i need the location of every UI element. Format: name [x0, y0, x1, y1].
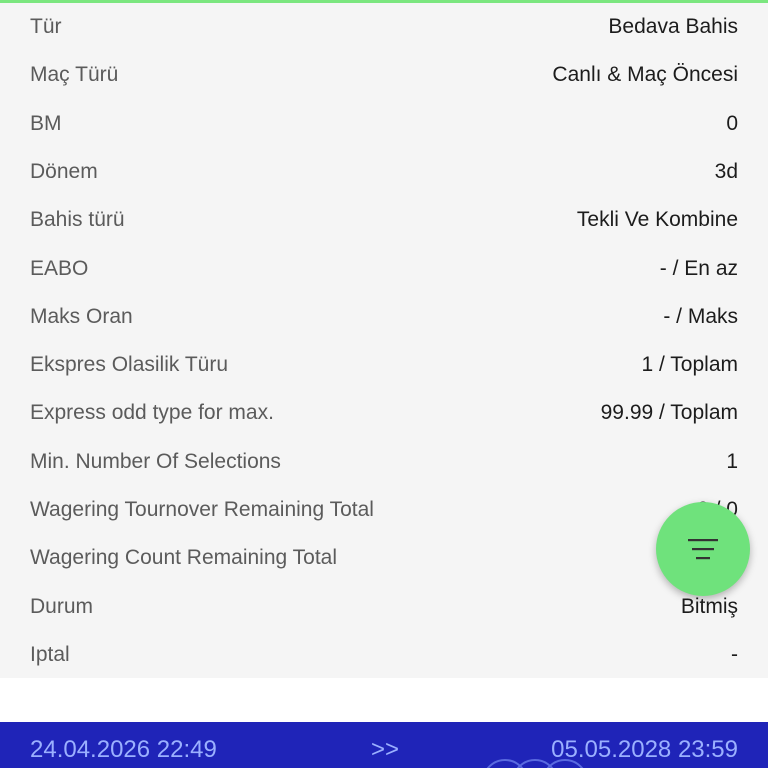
filter-fab-button[interactable]: [656, 502, 750, 596]
row-value: 1 / Toplam: [641, 353, 739, 376]
row-value: 99.99 / Toplam: [600, 401, 738, 424]
row-label: EABO: [30, 257, 89, 280]
start-date: 24.04.2026 22:49: [30, 736, 217, 763]
row-label: Iptal: [30, 643, 70, 666]
row-label: Min. Number Of Selections: [30, 450, 281, 473]
row-label: Bahis türü: [30, 208, 125, 231]
row-label: Durum: [30, 595, 94, 618]
detail-row-donem: Dönem 3d: [30, 148, 738, 196]
row-value: Bitmiş: [680, 595, 738, 618]
row-label: Dönem: [30, 160, 98, 183]
bonus-details-card: Tür Bedava Bahis Maç Türü Canlı & Maç Ön…: [0, 3, 768, 678]
detail-row-bahis-turu: Bahis türü Tekli Ve Kombine: [30, 196, 738, 244]
row-value: 3d: [714, 160, 738, 183]
detail-row-iptal: Iptal -: [30, 631, 738, 679]
detail-row-express-odd-max: Express odd type for max. 99.99 / Toplam: [30, 389, 738, 437]
row-value: Canlı & Maç Öncesi: [552, 63, 738, 86]
row-label: Tür: [30, 15, 62, 38]
filter-icon: [688, 539, 718, 560]
decorative-circles: [486, 759, 584, 768]
date-range-footer: 24.04.2026 22:49 >> 05.05.2028 23:59: [0, 722, 768, 768]
row-label: Wagering Tournover Remaining Total: [30, 498, 374, 521]
row-value: -: [731, 643, 738, 666]
detail-row-mac-turu: Maç Türü Canlı & Maç Öncesi: [30, 51, 738, 99]
row-label: Ekspres Olasilik Türu: [30, 353, 229, 376]
row-value: 1: [726, 450, 738, 473]
row-label: Maç Türü: [30, 63, 119, 86]
row-label: Wagering Count Remaining Total: [30, 546, 338, 569]
row-value: 0: [726, 112, 738, 135]
row-label: BM: [30, 112, 62, 135]
row-value: Tekli Ve Kombine: [576, 208, 738, 231]
detail-row-wagering-count: Wagering Count Remaining Total: [30, 534, 738, 582]
row-value: - / Maks: [663, 305, 738, 328]
detail-row-ekspres-olasilik: Ekspres Olasilik Türu 1 / Toplam: [30, 341, 738, 389]
detail-row-wagering-turnover: Wagering Tournover Remaining Total 0 / 0: [30, 486, 738, 534]
detail-row-bm: BM 0: [30, 100, 738, 148]
row-label: Maks Oran: [30, 305, 133, 328]
row-label: Express odd type for max.: [30, 401, 274, 424]
date-range-arrow: >>: [371, 736, 400, 763]
detail-row-tur: Tür Bedava Bahis: [30, 3, 738, 51]
detail-row-eabo: EABO - / En az: [30, 245, 738, 293]
row-value: Bedava Bahis: [608, 15, 738, 38]
detail-row-maks-oran: Maks Oran - / Maks: [30, 293, 738, 341]
detail-row-durum: Durum Bitmiş: [30, 583, 738, 631]
row-value: - / En az: [659, 257, 738, 280]
detail-row-min-selections: Min. Number Of Selections 1: [30, 438, 738, 486]
